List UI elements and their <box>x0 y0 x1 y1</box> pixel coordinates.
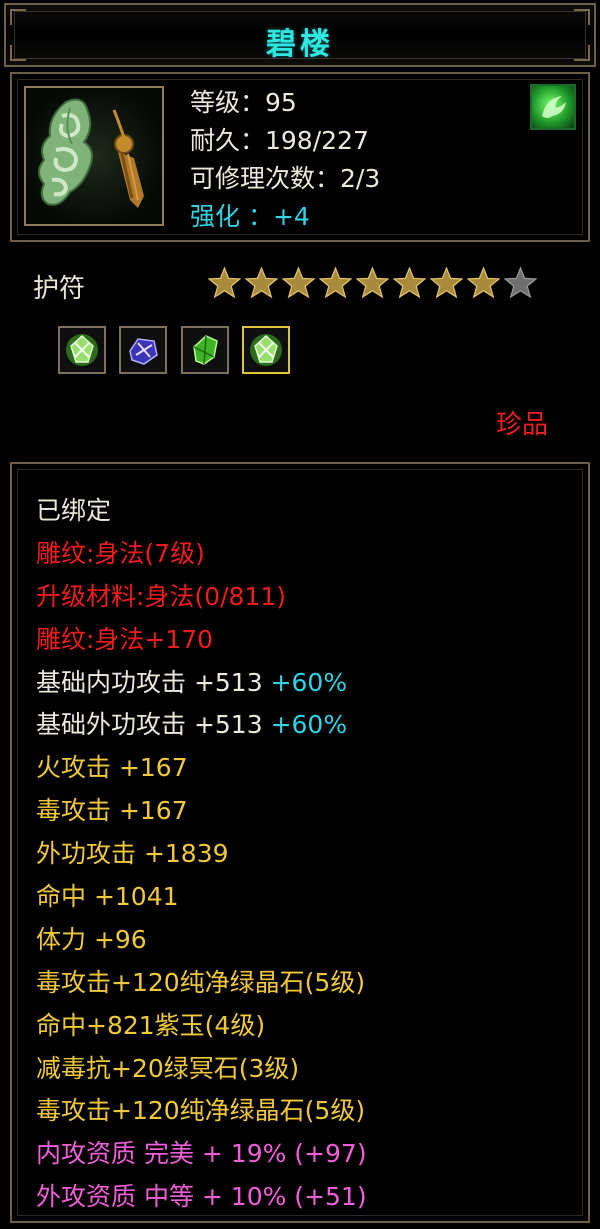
base-internal-attack-value: 基础内功攻击 +513 <box>36 667 263 697</box>
star-empty-icon <box>504 266 537 299</box>
fire-attack: 火攻击 +167 <box>36 753 188 783</box>
star-filled-icon <box>245 266 278 299</box>
rarity-label: 珍品 <box>495 410 548 440</box>
star-filled-icon <box>282 266 315 299</box>
star-filled-icon <box>319 266 352 299</box>
item-enhance-level: 强化 ：+4 <box>190 202 310 231</box>
gem-slot-1[interactable] <box>58 326 106 374</box>
gem-slot-3[interactable] <box>181 326 229 374</box>
poison-attack: 毒攻击 +167 <box>36 796 188 826</box>
item-name: 碧楼 <box>266 27 334 62</box>
purple-jade-gem-icon <box>129 338 158 365</box>
accuracy: 命中 +1041 <box>36 882 179 912</box>
green-crystal-gem-icon <box>66 334 98 366</box>
star-filled-icon <box>393 266 426 299</box>
external-attack: 外功攻击 +1839 <box>36 839 229 869</box>
quality-internal: 内攻资质 完美 + 19% (+97) <box>36 1139 367 1169</box>
base-external-attack: 基础外功攻击 +513 +60% <box>36 704 367 747</box>
base-internal-attack-pct: +60% <box>270 667 348 697</box>
carving-bonus: 雕纹:身法+170 <box>36 624 214 654</box>
quality-external: 外攻资质 中等 + 10% (+51) <box>36 1182 367 1212</box>
green-stone-gem-icon <box>193 335 218 365</box>
star-filled-icon <box>430 266 463 299</box>
green-crystal-gem-icon <box>250 334 282 366</box>
upgrade-material: 升级材料:身法(0/811) <box>36 581 286 611</box>
gem-slot-2[interactable] <box>119 326 167 374</box>
item-repair-count: 可修理次数：2/3 <box>190 164 381 193</box>
gem-slot-4[interactable] <box>242 326 290 374</box>
base-external-attack-value: 基础外功攻击 +513 <box>36 710 263 740</box>
gem-effect-1: 毒攻击+120纯净绿晶石(5级) <box>36 967 366 997</box>
star-rating <box>208 266 537 300</box>
carving-level: 雕纹:身法(7级) <box>36 538 205 568</box>
gem-effect-2: 命中+821紫玉(4级) <box>36 1010 266 1040</box>
item-type-label: 护符 <box>33 274 86 304</box>
jade-pendant-icon <box>38 98 144 208</box>
base-external-attack-pct: +60% <box>270 710 348 740</box>
item-icon-frame[interactable] <box>24 86 164 226</box>
star-filled-icon <box>356 266 389 299</box>
star-filled-icon <box>208 266 241 299</box>
item-info-panel: 等级：95 耐久：198/227 可修理次数：2/3 强化 ：+4 <box>10 72 590 242</box>
title-bar: 碧楼 <box>4 3 596 67</box>
gem-effect-4: 毒攻击+120纯净绿晶石(5级) <box>36 1096 366 1126</box>
stamina: 体力 +96 <box>36 924 147 954</box>
attribute-panel: 已绑定 雕纹:身法(7级) 升级材料:身法(0/811) 雕纹:身法+170 基… <box>10 462 590 1223</box>
base-internal-attack: 基础内功攻击 +513 +60% <box>36 662 367 705</box>
gem-effect-3: 减毒抗+20绿冥石(3级) <box>36 1053 300 1083</box>
item-durability: 耐久：198/227 <box>190 126 369 155</box>
item-level: 等级：95 <box>190 88 297 117</box>
bound-status: 已绑定 <box>36 496 112 525</box>
star-filled-icon <box>467 266 500 299</box>
green-dragon-grade-icon <box>530 84 576 130</box>
